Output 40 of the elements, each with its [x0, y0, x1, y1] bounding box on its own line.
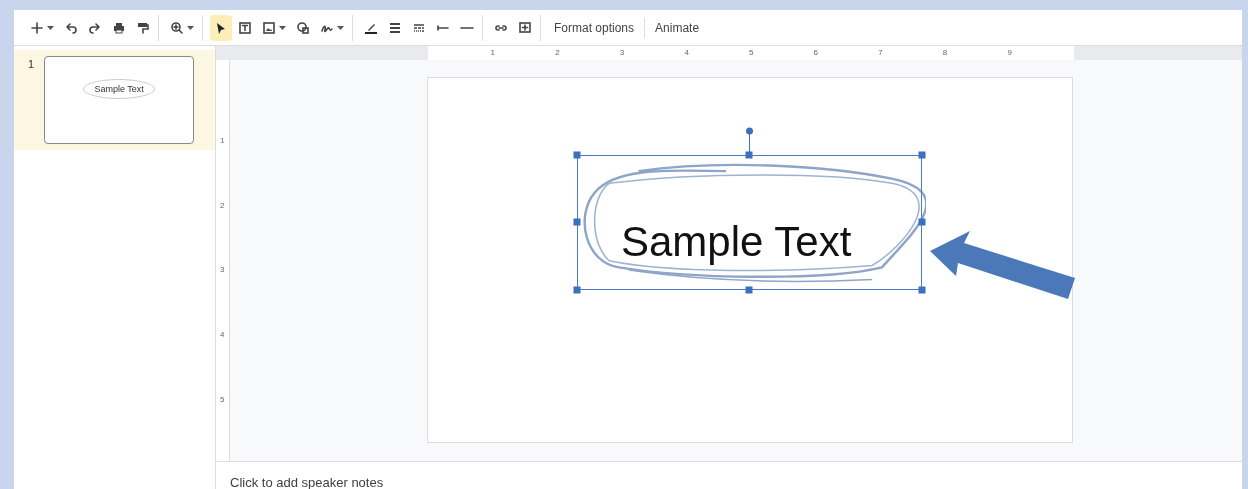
ruler-number: 8 [942, 47, 948, 59]
ruler-number: 6 [813, 47, 819, 59]
ruler-number: 9 [1007, 47, 1012, 59]
redo-icon [88, 20, 102, 35]
ruler-number: 2 [555, 47, 560, 59]
toolbar-text-button[interactable]: Animate [649, 14, 706, 41]
undo-icon [64, 20, 78, 35]
selected-scribble-drawing[interactable] [573, 127, 926, 294]
ruler-number: 5 [749, 47, 754, 59]
line-icon [460, 26, 474, 29]
ruler-number: 7 [878, 47, 883, 59]
plus-icon [30, 20, 44, 35]
ruler-number: 1 [220, 134, 225, 147]
ruler-number: 2 [220, 199, 225, 212]
toolbar-button[interactable] [210, 14, 232, 41]
slide-number: 1 [28, 57, 35, 72]
speaker-notes-field[interactable]: Click to add speaker notes [230, 473, 530, 489]
caret-icon [47, 25, 54, 30]
lines-icon [388, 20, 402, 35]
shapes-icon [296, 20, 310, 35]
caret-icon [279, 25, 286, 30]
ruler-number: 4 [684, 47, 689, 59]
slide-canvas[interactable]: Sample Text [427, 77, 1073, 443]
caret-icon [337, 25, 344, 30]
ruler-number: 1 [490, 47, 496, 59]
line-start-icon [436, 24, 450, 31]
ruler-number: 5 [220, 394, 225, 406]
comment-plus-icon [518, 20, 532, 35]
caret-icon [187, 25, 194, 30]
image-icon [262, 20, 276, 35]
ruler-number: 3 [619, 47, 625, 59]
slide-thumbnail[interactable]: Sample Text [44, 56, 195, 144]
zoom-icon [170, 20, 184, 35]
slide-thumbnail-row[interactable]: 1 Sample Text [14, 50, 215, 150]
ruler-number: 4 [220, 329, 225, 342]
text-box-icon [238, 20, 252, 35]
toolbar-text-button[interactable]: Format options [548, 14, 641, 41]
printer-icon [112, 20, 126, 35]
paint-roller-icon [136, 20, 150, 35]
ruler-number: 3 [220, 264, 225, 277]
